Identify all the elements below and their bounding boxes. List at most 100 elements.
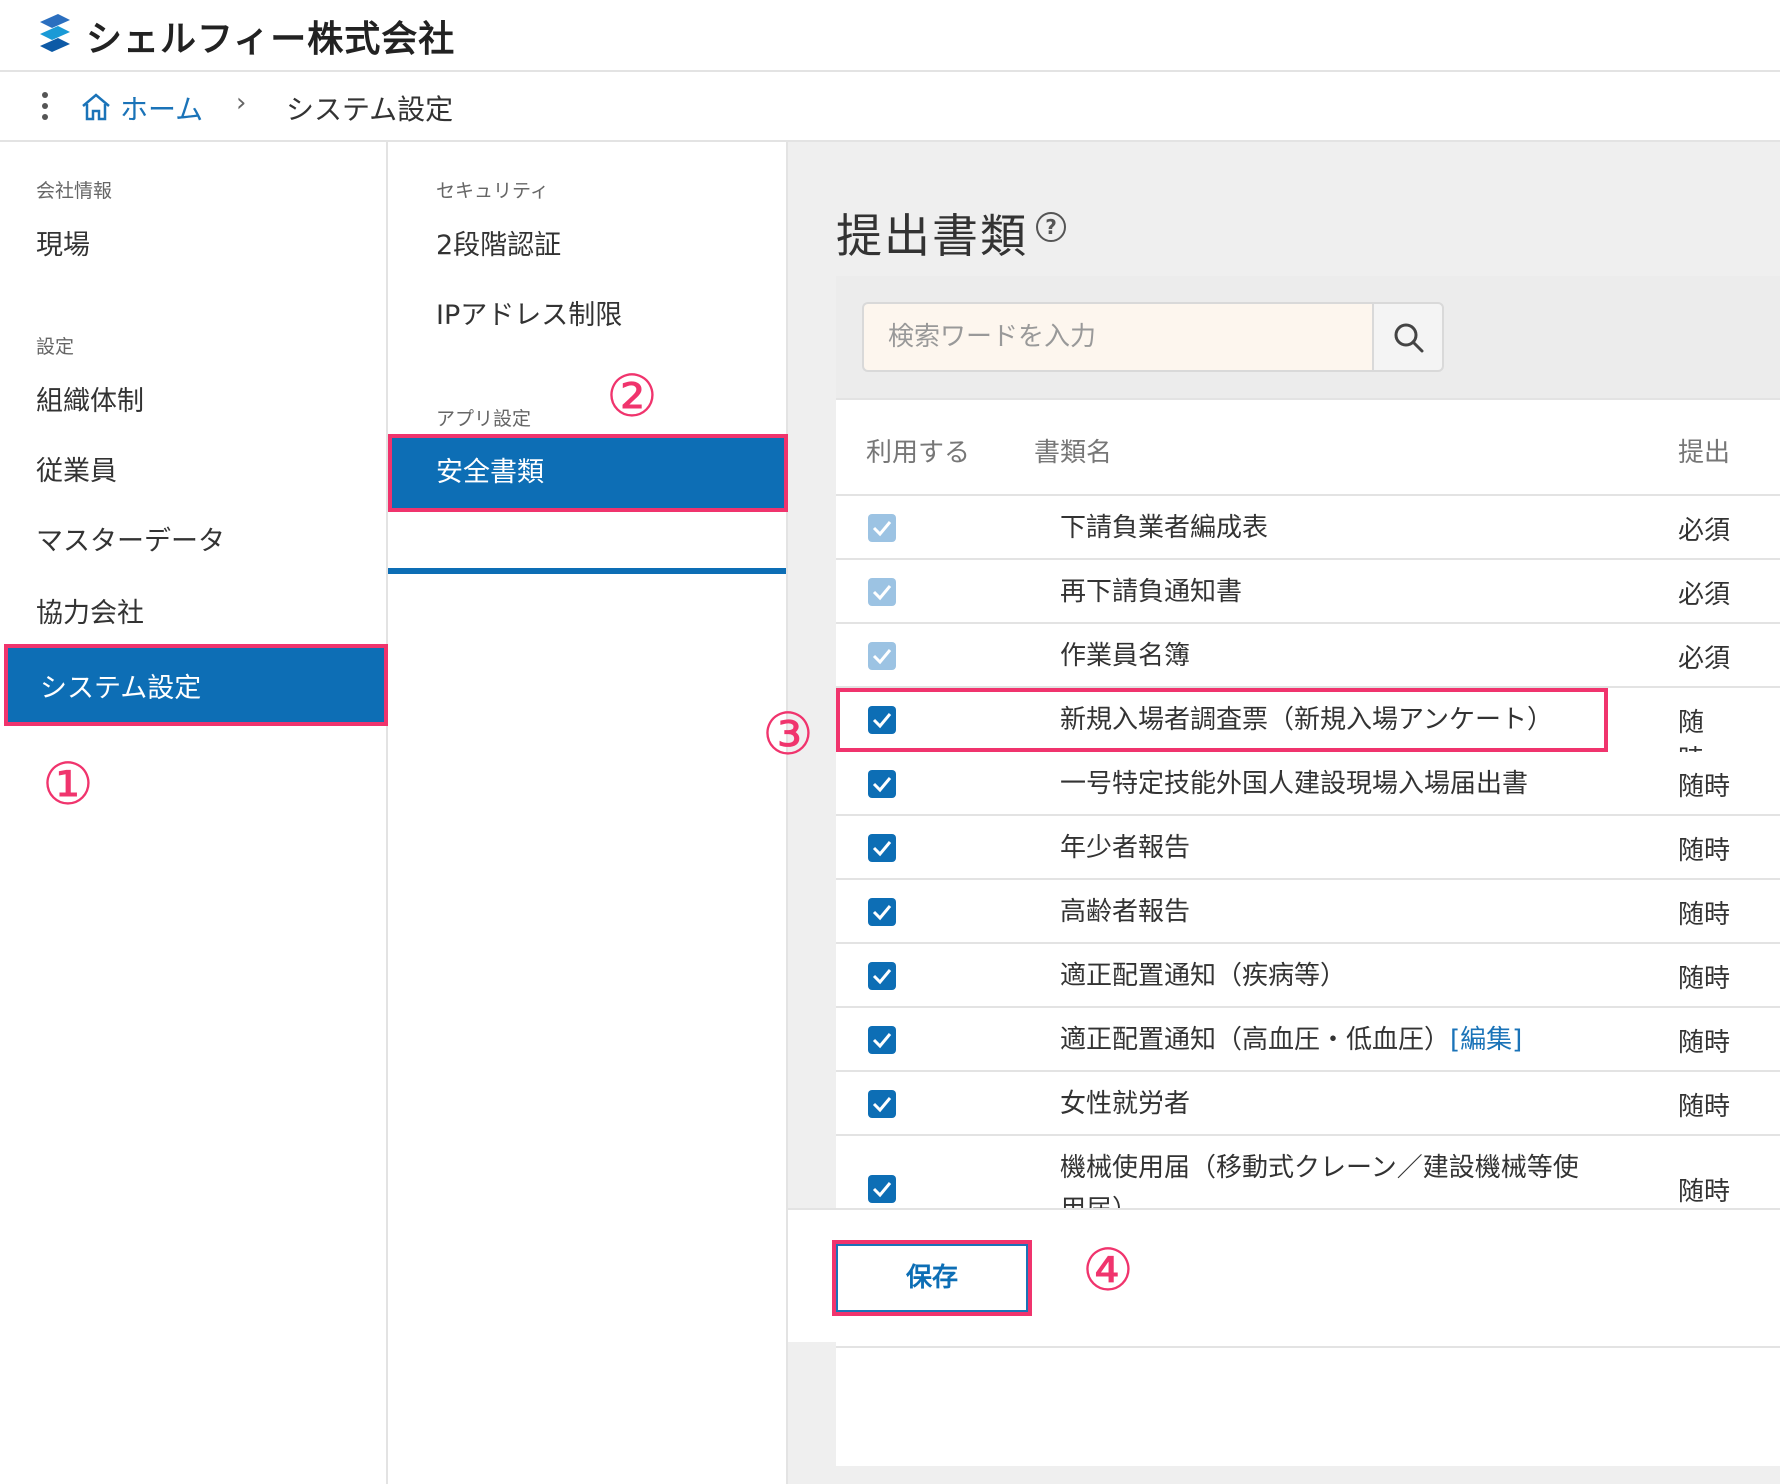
use-checkbox[interactable] [868,1090,896,1118]
column-header-use: 利用する [866,438,971,468]
document-name-text: 一号特定技能外国人建設現場入場届出書 [1060,769,1529,799]
checkmark-icon [872,969,892,985]
home-icon[interactable] [80,92,112,122]
use-checkbox [868,642,896,670]
table-row: 女性就労者 随時 [836,1072,1780,1136]
table-row: 年少者報告 随時 [836,816,1780,880]
footer-bar: 保存 [788,1208,1780,1342]
use-checkbox[interactable] [868,1175,896,1203]
document-name: 年少者報告 [1060,827,1600,869]
checkmark-icon [872,585,892,601]
subnav-item-2fa[interactable]: 2段階認証 [388,208,786,284]
document-name-text: 適正配置通知（疾病等） [1060,961,1347,991]
use-checkbox [868,514,896,542]
document-name-text: 作業員名簿 [1060,641,1191,671]
submit-requirement: 必須 [1678,580,1731,610]
submit-requirement: 随時 [1678,1177,1731,1207]
submit-requirement: 随時 [1678,1028,1731,1058]
table-row: 下請負業者編成表 必須 [836,496,1780,560]
table-row: 作業員名簿 必須 [836,624,1780,688]
nav-section-settings: 設定 [36,336,75,358]
breadcrumb-current: システム設定 [286,93,454,126]
use-checkbox[interactable] [868,706,896,734]
checkmark-icon [872,841,892,857]
annotation-step-2: ② [606,362,658,430]
checkmark-icon [872,777,892,793]
document-name: 適正配置通知（高血圧・低血圧）[編集] [1060,1019,1600,1061]
sidebar-item-employees[interactable]: 従業員 [0,434,386,510]
checkmark-icon [872,905,892,921]
settings-subnav: セキュリティ 2段階認証 IPアドレス制限 アプリ設定 安全書類 [388,142,788,1484]
sidebar-item-system-settings[interactable]: システム設定 [4,644,388,726]
use-checkbox[interactable] [868,898,896,926]
submit-requirement: 随時 [1678,1092,1731,1122]
document-name-text: 女性就労者 [1060,1089,1191,1119]
document-name: 一号特定技能外国人建設現場入場届出書 [1060,763,1600,805]
breadcrumb: ホーム › システム設定 [0,72,1780,142]
document-name-text: 下請負業者編成表 [1060,513,1269,543]
submit-requirement: 随時 [1678,772,1731,802]
submit-requirement: 必須 [1678,644,1731,674]
use-checkbox [868,578,896,606]
table-header: 利用する 書類名 提出 [836,400,1780,496]
table-row: 適正配置通知（高血圧・低血圧）[編集] 随時 [836,1008,1780,1072]
use-checkbox[interactable] [868,770,896,798]
submit-requirement: 随時 [1678,900,1731,930]
document-name: 作業員名簿 [1060,635,1600,677]
table-row: 一号特定技能外国人建設現場入場届出書 随時 [836,752,1780,816]
document-name: 女性就労者 [1060,1083,1600,1125]
subnav-item-safety-documents[interactable]: 安全書類 [388,434,788,512]
search-area: 検索ワードを入力 [836,276,1780,400]
document-name: 新規入場者調査票（新規入場アンケート） [1060,699,1600,741]
edit-link[interactable]: [編集] [1450,1025,1522,1055]
breadcrumb-home-link[interactable]: ホーム [120,88,203,128]
main-panel: 提出書類 ? 検索ワードを入力 利用する 書類名 提出 下請負業者編成表 必須 再下… [788,142,1780,1484]
subnav-active-underline [388,568,786,574]
sidebar-item-master-data[interactable]: マスターデータ [0,504,386,580]
sidebar-item-partners[interactable]: 協力会社 [0,576,386,652]
help-icon[interactable]: ? [1036,212,1066,242]
company-name: シェルフィー株式会社 [86,19,456,60]
checkmark-icon [872,713,892,729]
table-row: 適正配置通知（疾病等） 随時 [836,944,1780,1008]
submit-requirement: 必須 [1678,516,1731,546]
checkmark-icon [872,1182,892,1198]
search-input[interactable]: 検索ワードを入力 [862,302,1372,372]
search-button[interactable] [1372,302,1444,372]
document-name-text: 再下請負通知書 [1060,577,1243,607]
annotation-step-3: ③ [762,700,814,768]
use-checkbox[interactable] [868,962,896,990]
table-row: 高齢者報告 随時 [836,880,1780,944]
document-name: 再下請負通知書 [1060,571,1600,613]
document-name: 高齢者報告 [1060,891,1600,933]
submit-requirement: 随時 [1678,964,1731,994]
use-checkbox[interactable] [868,1026,896,1054]
chevron-right-icon: › [236,88,247,118]
document-name-text: 高齢者報告 [1060,897,1191,927]
column-header-doc-name: 書類名 [1034,438,1113,468]
document-name-text: 年少者報告 [1060,833,1191,863]
checkmark-icon [872,1097,892,1113]
sidebar-item-organization[interactable]: 組織体制 [0,364,386,440]
page-title: 提出書類 [836,209,1028,263]
use-checkbox[interactable] [868,834,896,862]
nav-section-company: 会社情報 [36,180,113,202]
subnav-section-security: セキュリティ [436,180,549,202]
sidebar-item-site[interactable]: 現場 [0,208,386,284]
table-row: 新規入場者調査票（新規入場アンケート）随時 [836,688,1704,775]
subnav-item-ip-restriction[interactable]: IPアドレス制限 [388,278,786,354]
document-name-text: 新規入場者調査票（新規入場アンケート） [1060,705,1553,735]
document-name: 下請負業者編成表 [1060,507,1600,549]
annotation-step-1: ① [42,750,94,818]
kebab-menu-icon[interactable] [40,92,50,122]
checkmark-icon [872,1033,892,1049]
submit-requirement: 随時 [1678,836,1731,866]
document-name: 適正配置通知（疾病等） [1060,955,1600,997]
column-header-submit: 提出 [1678,438,1731,468]
subnav-section-app: アプリ設定 [436,408,532,430]
top-bar: シェルフィー株式会社 [0,0,1780,72]
logo-icon [40,14,70,52]
checkmark-icon [872,649,892,665]
save-button[interactable]: 保存 [832,1240,1032,1316]
document-name-text: 適正配置通知（高血圧・低血圧） [1060,1025,1451,1055]
